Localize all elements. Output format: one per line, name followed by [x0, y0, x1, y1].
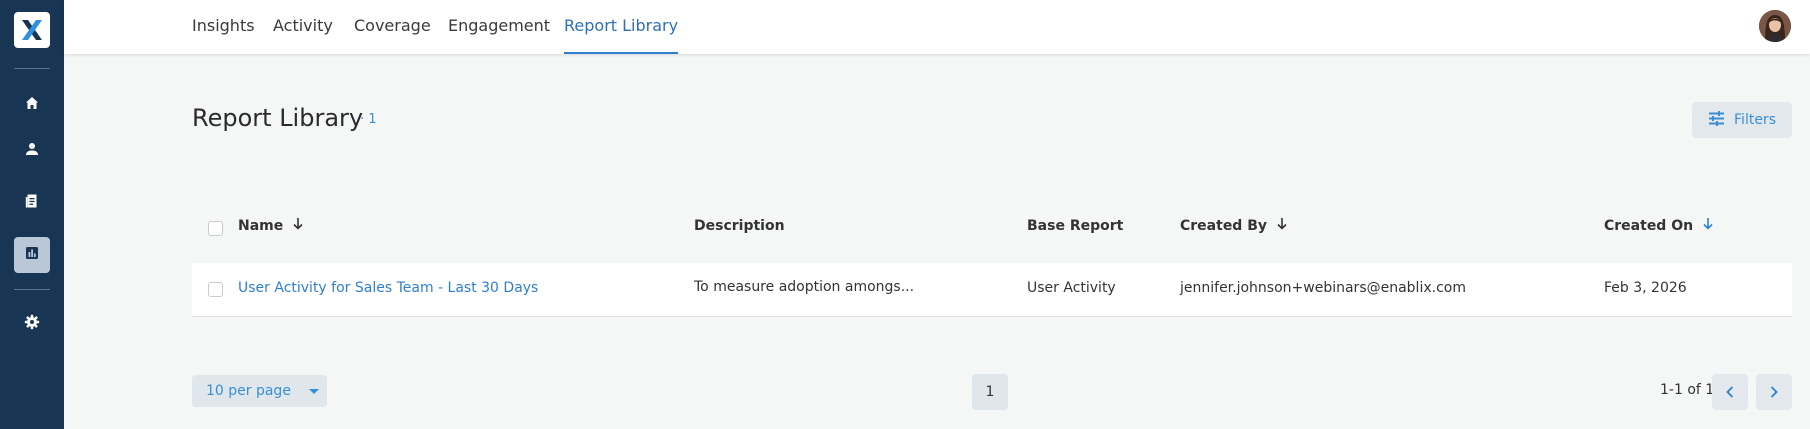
- report-created-by: jennifer.johnson+webinars@enablix.com: [1180, 280, 1466, 296]
- avatar[interactable]: [1759, 10, 1791, 42]
- report-description: To measure adoption amongs...: [694, 279, 915, 295]
- tab-engagement[interactable]: Engagement: [448, 0, 550, 54]
- page-title: Report Library: [192, 104, 364, 132]
- previous-page-button[interactable]: [1712, 374, 1748, 410]
- column-header-name-label: Name: [238, 218, 284, 234]
- column-header-created-by[interactable]: Created By: [1180, 218, 1287, 234]
- filters-label: Filters: [1734, 112, 1776, 128]
- tab-coverage[interactable]: Coverage: [354, 0, 431, 54]
- next-page-button[interactable]: [1756, 374, 1792, 410]
- caret-down-icon: [308, 383, 319, 399]
- sort-arrow-down-icon: [293, 218, 303, 234]
- sidebar-item-reports[interactable]: [14, 237, 50, 273]
- page-number-button[interactable]: 1: [972, 374, 1008, 410]
- per-page-label: 10 per page: [206, 383, 291, 399]
- sidebar-item-settings[interactable]: [14, 306, 50, 342]
- report-base-report: User Activity: [1027, 280, 1116, 296]
- column-header-name[interactable]: Name: [238, 218, 303, 234]
- filters-button[interactable]: Filters: [1692, 102, 1792, 138]
- tab-activity[interactable]: Activity: [273, 0, 333, 54]
- sidebar-item-documents[interactable]: [14, 185, 50, 221]
- per-page-select[interactable]: 10 per page: [192, 375, 327, 407]
- column-header-created-on-label: Created On: [1604, 218, 1694, 234]
- column-header-created-by-label: Created By: [1180, 218, 1268, 234]
- select-all-checkbox[interactable]: [208, 221, 223, 236]
- user-icon: [24, 141, 40, 161]
- sort-arrow-down-icon: [1703, 218, 1713, 234]
- chevron-left-icon: [1726, 383, 1734, 402]
- report-name-link[interactable]: User Activity for Sales Team - Last 30 D…: [238, 280, 538, 296]
- column-header-created-on[interactable]: Created On: [1604, 218, 1713, 234]
- column-header-description-label: Description: [694, 218, 785, 234]
- sidebar-item-users[interactable]: [14, 133, 50, 169]
- report-created-on: Feb 3, 2026: [1604, 280, 1687, 296]
- tab-report-library[interactable]: Report Library: [564, 0, 679, 54]
- gear-icon: [24, 314, 40, 334]
- sidebar-divider: [14, 289, 50, 290]
- sidebar: [0, 0, 64, 429]
- sidebar-item-home[interactable]: [14, 87, 50, 123]
- row-checkbox[interactable]: [208, 282, 223, 297]
- chevron-right-icon: [1770, 383, 1778, 402]
- sidebar-divider: [14, 68, 50, 69]
- top-nav: Insights Activity Coverage Engagement Re…: [64, 0, 1810, 54]
- tab-insights[interactable]: Insights: [192, 0, 255, 54]
- sort-arrow-down-icon: [1277, 218, 1287, 234]
- home-icon: [24, 95, 40, 115]
- document-icon: [24, 193, 40, 213]
- sliders-icon: [1708, 110, 1725, 130]
- column-header-base-report[interactable]: Base Report: [1027, 218, 1123, 234]
- column-header-base-report-label: Base Report: [1027, 218, 1124, 234]
- column-header-description[interactable]: Description: [694, 218, 785, 234]
- bar-chart-icon: [24, 245, 40, 265]
- report-count-badge: · 1: [360, 112, 377, 127]
- pagination-range: 1-1 of 1: [1660, 382, 1715, 398]
- enablix-logo[interactable]: [14, 12, 50, 48]
